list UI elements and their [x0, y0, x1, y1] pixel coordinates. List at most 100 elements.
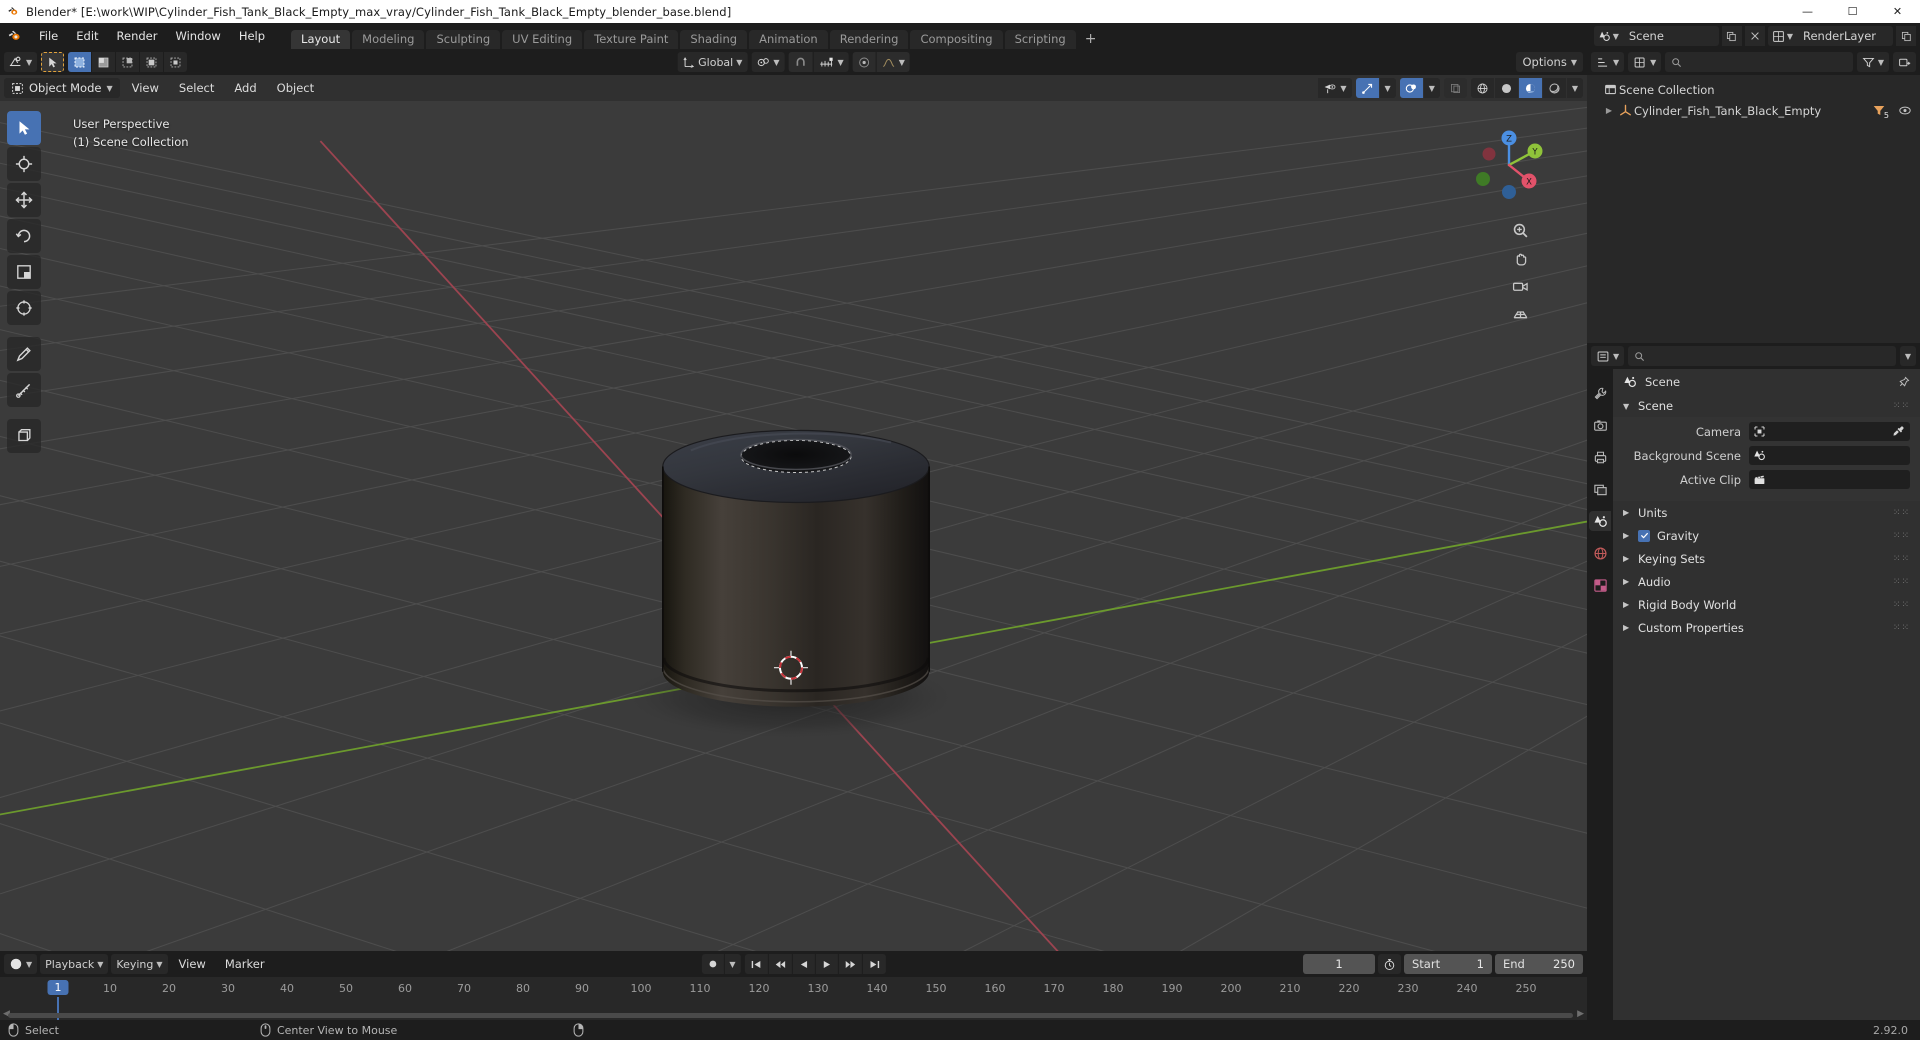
- material-preview-button[interactable]: [1518, 78, 1542, 98]
- tool-tweak-select[interactable]: [7, 111, 41, 145]
- pivot-point-selector[interactable]: ▼: [751, 52, 785, 72]
- panel-header-rigid-body-world[interactable]: ▶ Rigid Body World ⁙⁙: [1613, 593, 1920, 616]
- navigation-gizmo[interactable]: Z Y X: [1467, 123, 1551, 207]
- panel-header-audio[interactable]: ▶ Audio ⁙⁙: [1613, 570, 1920, 593]
- editor-type-selector[interactable]: ▼: [4, 52, 38, 72]
- close-button[interactable]: ✕: [1875, 0, 1920, 23]
- tool-move[interactable]: [7, 183, 41, 217]
- view-layer-browse-icon[interactable]: ▼: [1767, 26, 1797, 46]
- select-intersect-mode[interactable]: [164, 52, 188, 72]
- select-invert-mode[interactable]: [140, 52, 164, 72]
- timeline-menu-view[interactable]: View: [171, 954, 214, 974]
- tab-view-layer[interactable]: [1589, 479, 1611, 499]
- end-frame-field[interactable]: End 250: [1495, 954, 1583, 974]
- ortho-toggle-nav-button[interactable]: [1509, 303, 1531, 325]
- menu-window[interactable]: Window: [166, 23, 229, 49]
- previous-keyframe-button[interactable]: [768, 954, 792, 974]
- outliner-row-object[interactable]: ▶ Cylinder_Fish_Tank_Black_Empty 5: [1587, 100, 1920, 121]
- show-gizmo-toggle[interactable]: [1355, 78, 1379, 98]
- tab-world[interactable]: [1589, 543, 1611, 563]
- panel-header-scene[interactable]: ▼ Scene ⁙⁙: [1613, 395, 1920, 417]
- tool-scale[interactable]: [7, 255, 41, 289]
- scene-name-field[interactable]: Scene: [1623, 29, 1719, 43]
- pin-id-icon[interactable]: [1897, 376, 1910, 389]
- viewport-options-button[interactable]: Options ▼: [1516, 52, 1583, 72]
- tab-rendering[interactable]: Rendering: [829, 30, 909, 49]
- view-layer-name-field[interactable]: RenderLayer: [1797, 29, 1893, 43]
- eyedropper-icon[interactable]: [1892, 425, 1905, 438]
- tab-layout[interactable]: Layout: [291, 30, 351, 49]
- tab-scripting[interactable]: Scripting: [1004, 30, 1076, 49]
- tab-compositing[interactable]: Compositing: [910, 30, 1003, 49]
- rendered-shading-button[interactable]: [1542, 78, 1566, 98]
- menu-edit[interactable]: Edit: [67, 23, 107, 49]
- interaction-mode-selector[interactable]: Object Mode ▼: [4, 78, 120, 98]
- proportional-edit-toggle[interactable]: [852, 52, 876, 72]
- 3d-viewport-canvas[interactable]: User Perspective (1) Scene Collection Z …: [0, 101, 1587, 951]
- outliner-visibility-toggle[interactable]: [1898, 104, 1912, 117]
- current-frame-field[interactable]: 1: [1303, 954, 1375, 974]
- start-frame-field[interactable]: Start 1: [1404, 954, 1492, 974]
- tool-transform[interactable]: [7, 291, 41, 325]
- tab-output[interactable]: [1589, 447, 1611, 467]
- viewport-menu-object[interactable]: Object: [269, 78, 322, 98]
- panel-header-custom-properties[interactable]: ▶ Custom Properties ⁙⁙: [1613, 616, 1920, 639]
- menu-help[interactable]: Help: [230, 23, 274, 49]
- properties-search-input[interactable]: [1628, 346, 1896, 366]
- jump-to-start-button[interactable]: [744, 954, 768, 974]
- select-extend-mode[interactable]: [92, 52, 116, 72]
- tab-texture[interactable]: [1589, 575, 1611, 595]
- background-scene-field[interactable]: [1749, 446, 1910, 465]
- tab-tool[interactable]: [1589, 383, 1611, 403]
- wireframe-shading-button[interactable]: [1470, 78, 1494, 98]
- timeline-scroll-right-arrow[interactable]: ▶: [1577, 1009, 1584, 1019]
- expand-triangle-icon[interactable]: ▶: [1602, 106, 1616, 115]
- play-button[interactable]: [815, 954, 838, 974]
- tool-rotate[interactable]: [7, 219, 41, 253]
- timeline-ruler[interactable]: 1 10 20 30 40 50 60 70 80 90 100 110 120…: [0, 977, 1587, 1020]
- active-tool-indicator[interactable]: [41, 52, 65, 72]
- snap-target-selector[interactable]: ▼: [813, 52, 849, 72]
- tab-texture-paint[interactable]: Texture Paint: [584, 30, 679, 49]
- new-view-layer-button[interactable]: [1896, 26, 1916, 46]
- add-workspace-button[interactable]: +: [1078, 30, 1104, 49]
- tool-cursor[interactable]: [7, 147, 41, 181]
- gizmo-options-dropdown[interactable]: ▼: [1379, 78, 1396, 98]
- maximize-button[interactable]: ☐: [1830, 0, 1875, 23]
- shading-options-dropdown[interactable]: ▼: [1566, 78, 1583, 98]
- tab-uv-editing[interactable]: UV Editing: [502, 30, 583, 49]
- active-clip-field[interactable]: [1749, 470, 1910, 489]
- transform-orientation-selector[interactable]: Global ▼: [677, 52, 748, 72]
- overlay-options-dropdown[interactable]: ▼: [1423, 78, 1440, 98]
- panel-header-keying-sets[interactable]: ▶ Keying Sets ⁙⁙: [1613, 547, 1920, 570]
- menu-file[interactable]: File: [30, 23, 67, 49]
- select-set-mode[interactable]: [68, 52, 92, 72]
- tool-measure[interactable]: [7, 373, 41, 407]
- panel-header-units[interactable]: ▶ Units ⁙⁙: [1613, 501, 1920, 524]
- outliner-editor-type-selector[interactable]: ▼: [1591, 52, 1625, 72]
- zoom-nav-button[interactable]: [1509, 219, 1531, 241]
- outliner-display-mode-selector[interactable]: ▼: [1628, 52, 1662, 72]
- menu-render[interactable]: Render: [108, 23, 167, 49]
- outliner-filter-button[interactable]: ▼: [1856, 52, 1889, 72]
- delete-scene-button[interactable]: [1744, 26, 1765, 46]
- auto-keying-options[interactable]: ▼: [724, 954, 741, 974]
- tool-annotate[interactable]: [7, 337, 41, 371]
- jump-to-end-button[interactable]: [862, 954, 886, 974]
- pan-nav-button[interactable]: [1509, 247, 1531, 269]
- tab-animation[interactable]: Animation: [749, 30, 828, 49]
- timeline-horizontal-scrollbar[interactable]: [8, 1013, 1573, 1018]
- outliner-row-scene-collection[interactable]: Scene Collection: [1587, 79, 1920, 100]
- solid-shading-button[interactable]: [1494, 78, 1518, 98]
- timeline-menu-marker[interactable]: Marker: [217, 954, 273, 974]
- playhead-frame-badge[interactable]: 1: [47, 980, 69, 995]
- camera-nav-button[interactable]: [1509, 275, 1531, 297]
- tab-modeling[interactable]: Modeling: [352, 30, 425, 49]
- tab-shading[interactable]: Shading: [680, 30, 748, 49]
- outliner-new-collection-button[interactable]: [1893, 52, 1916, 72]
- outliner-search-input[interactable]: [1665, 52, 1853, 72]
- show-overlays-toggle[interactable]: [1399, 78, 1423, 98]
- play-reverse-button[interactable]: [792, 954, 815, 974]
- properties-editor-type-selector[interactable]: ▼: [1591, 346, 1625, 366]
- tab-scene[interactable]: [1589, 511, 1611, 531]
